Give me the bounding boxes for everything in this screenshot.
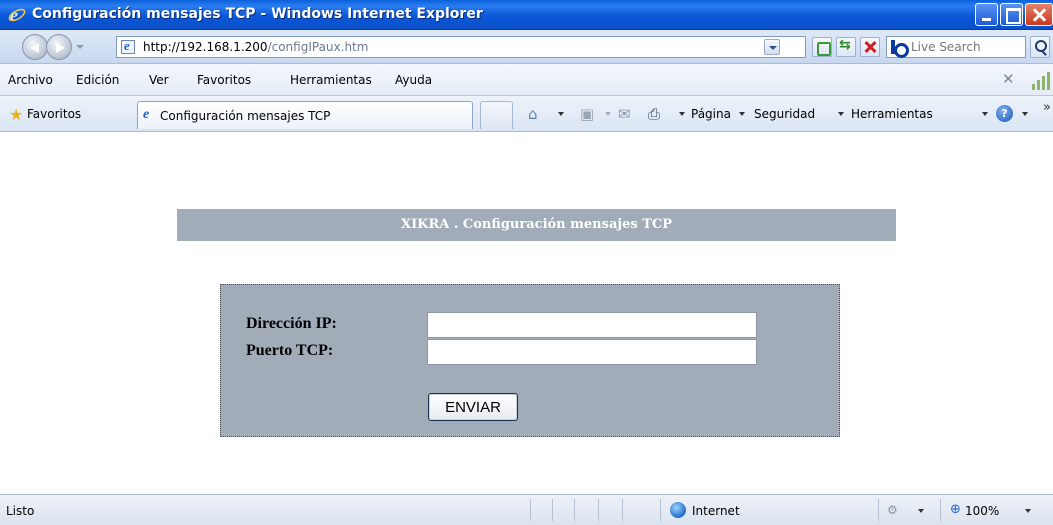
menu-item-favoritos[interactable]: Favoritos [197, 73, 251, 87]
url-host: http://192.168.1.200 [143, 40, 268, 54]
status-divider [530, 499, 531, 521]
print-icon[interactable]: ⎙ [648, 105, 660, 123]
compatibility-view-button[interactable] [812, 37, 832, 57]
ie-tab-icon: e [143, 107, 150, 122]
ip-address-field[interactable] [427, 312, 757, 338]
feeds-icon[interactable]: ▣ [580, 105, 594, 123]
tcp-port-field[interactable] [427, 339, 757, 365]
windows-logo-icon [1030, 72, 1050, 90]
tools-menu-dropdown-icon [982, 112, 988, 116]
page-title-banner: XIKRA . Configuración mensajes TCP [177, 209, 896, 241]
back-arrow-icon [30, 43, 39, 53]
close-icon [1026, 4, 1052, 25]
status-bar: Listo Internet ⚙ ⊕ 100% [0, 494, 1053, 525]
address-url[interactable]: http://192.168.1.200/configIPaux.htm [143, 40, 368, 54]
menu-bar: Archivo Edición Ver Favoritos Herramient… [0, 64, 1053, 96]
status-divider [940, 499, 941, 521]
enviar-button[interactable]: ENVIAR [428, 393, 518, 421]
tab-configuracion[interactable]: e Configuración mensajes TCP [137, 101, 473, 129]
status-divider [878, 499, 879, 521]
protected-mode-icon[interactable]: ⚙ [887, 503, 898, 517]
page-icon [121, 38, 135, 54]
status-divider [660, 499, 661, 521]
close-toolbar-icon[interactable]: ✕ [1002, 70, 1015, 88]
home-dropdown-icon[interactable] [558, 112, 564, 116]
safety-menu-button[interactable]: Seguridad [754, 107, 815, 121]
internet-zone-icon [670, 502, 686, 518]
help-icon[interactable]: ? [996, 105, 1013, 122]
refresh-button[interactable] [836, 37, 856, 57]
menu-item-edicion[interactable]: Edición [76, 73, 119, 87]
ie-logo-icon: e [8, 6, 26, 24]
recent-pages-dropdown[interactable] [76, 45, 84, 49]
maximize-icon [1001, 4, 1022, 25]
zoom-level[interactable]: 100% [965, 504, 999, 518]
status-divider [552, 499, 553, 521]
status-divider [622, 499, 623, 521]
address-bar[interactable]: http://192.168.1.200/configIPaux.htm [116, 36, 806, 58]
minimize-icon [976, 4, 997, 25]
more-commands-icon[interactable]: » [1043, 100, 1051, 115]
favorites-button[interactable]: Favoritos [27, 107, 81, 121]
menu-item-herramientas[interactable]: Herramientas [290, 73, 372, 87]
home-icon[interactable]: ⌂ [528, 105, 538, 123]
menu-item-ver[interactable]: Ver [149, 73, 169, 87]
forward-button[interactable] [46, 34, 72, 60]
window-title: Configuración mensajes TCP - Windows Int… [32, 6, 483, 22]
menu-item-archivo[interactable]: Archivo [8, 73, 53, 87]
tcp-config-form: Dirección IP: Puerto TCP: ENVIAR [220, 284, 840, 437]
page-content: XIKRA . Configuración mensajes TCP Direc… [0, 133, 1053, 494]
zoom-icon[interactable]: ⊕ [950, 502, 961, 517]
ip-address-label: Dirección IP: [246, 315, 337, 332]
safety-menu-dropdown-icon [838, 112, 844, 116]
search-input[interactable] [911, 39, 1021, 55]
status-divider [574, 499, 575, 521]
favorites-bar: ★ Favoritos e Configuración mensajes TCP… [0, 96, 1053, 132]
feeds-dropdown-icon[interactable] [605, 112, 611, 116]
tools-menu-button[interactable]: Herramientas [851, 107, 933, 121]
tab-label: Configuración mensajes TCP [160, 109, 331, 123]
stop-button[interactable] [860, 37, 880, 57]
status-divider [598, 499, 599, 521]
live-search-icon [891, 40, 909, 58]
address-toolbar: http://192.168.1.200/configIPaux.htm [0, 30, 1053, 64]
menu-item-ayuda[interactable]: Ayuda [395, 73, 432, 87]
back-button[interactable] [22, 34, 48, 60]
security-zone-label[interactable]: Internet [692, 504, 740, 518]
protected-mode-dropdown-icon[interactable] [918, 509, 924, 513]
page-menu-button[interactable]: Página [691, 107, 731, 121]
title-bar: e Configuración mensajes TCP - Windows I… [0, 0, 1053, 30]
minimize-button[interactable] [975, 3, 998, 26]
help-dropdown-icon[interactable] [1022, 112, 1028, 116]
maximize-button[interactable] [1000, 3, 1023, 26]
print-dropdown-icon[interactable] [679, 112, 685, 116]
status-text: Listo [6, 504, 35, 518]
url-path: /configIPaux.htm [267, 40, 369, 54]
new-tab-button[interactable] [480, 101, 513, 129]
page-menu-dropdown-icon [739, 112, 745, 116]
search-box[interactable] [886, 36, 1026, 58]
close-button[interactable] [1025, 3, 1053, 26]
zoom-dropdown-icon[interactable] [1025, 509, 1031, 513]
search-go-button[interactable] [1030, 36, 1050, 58]
address-dropdown-button[interactable] [764, 39, 780, 55]
tcp-port-label: Puerto TCP: [246, 342, 334, 359]
mail-icon[interactable]: ✉ [618, 105, 631, 123]
forward-arrow-icon [56, 43, 65, 53]
favorites-star-icon[interactable]: ★ [9, 105, 23, 124]
